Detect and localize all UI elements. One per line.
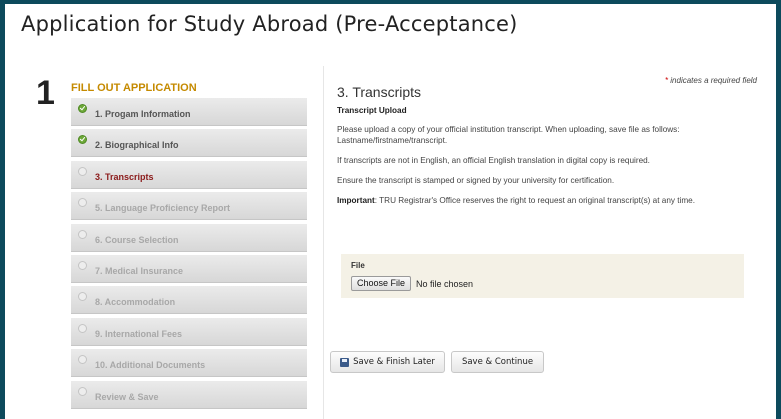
radio-circle-icon	[78, 166, 87, 176]
file-status: No file chosen	[416, 279, 474, 289]
completed-check-icon	[78, 104, 87, 113]
step-item-additional-documents[interactable]: 10. Additional Documents	[71, 349, 307, 378]
required-note-text: indicates a required field	[668, 76, 757, 85]
save-disk-icon	[340, 357, 350, 367]
step-item-accommodation[interactable]: 8. Accommodation	[71, 286, 307, 315]
radio-circle-icon	[78, 229, 87, 239]
important-label: Important	[337, 196, 375, 205]
column-divider	[323, 66, 324, 419]
step-item-review-save[interactable]: Review & Save	[71, 380, 307, 409]
page-title: Application for Study Abroad (Pre-Accept…	[21, 12, 518, 36]
step-item-transcripts[interactable]: 3. Transcripts	[71, 160, 307, 189]
step-item-label: 5. Language Proficiency Report	[95, 203, 231, 214]
certification-note: Ensure the transcript is stamped or sign…	[337, 176, 615, 185]
section-title: 3. Transcripts	[337, 84, 422, 100]
step-item-course-selection[interactable]: 6. Course Selection	[71, 223, 307, 252]
save-continue-label: Save & Continue	[461, 357, 534, 367]
completed-check-icon	[78, 135, 87, 145]
choose-file-button[interactable]: Choose File	[351, 276, 412, 291]
step-item-medical-insurance[interactable]: 7. Medical Insurance	[71, 254, 307, 283]
step-item-label: 1. Progam Information	[95, 109, 191, 119]
step-item-language-proficiency[interactable]: 5. Language Proficiency Report	[71, 192, 307, 221]
upload-instructions: Please upload a copy of your official in…	[337, 125, 680, 145]
step-item-label: 7. Medical Insurance	[95, 265, 184, 276]
step-item-international-fees[interactable]: 9. International Fees	[71, 317, 307, 346]
radio-circle-icon	[78, 198, 87, 208]
step-item-label: 2. Biographical Info	[95, 140, 179, 151]
file-upload-box: File Choose File No file chosen	[341, 254, 744, 298]
radio-circle-icon	[78, 355, 87, 365]
step-heading: FILL OUT APPLICATION	[71, 82, 197, 94]
transcript-instructions: Transcript Upload Please upload a copy o…	[337, 105, 737, 215]
required-field-note: * indicates a required field	[665, 76, 757, 85]
step-item-program-information[interactable]: 1. Progam Information	[71, 98, 307, 126]
radio-circle-icon	[78, 260, 87, 270]
translation-note: If transcripts are not in English, an of…	[337, 156, 650, 165]
radio-circle-icon	[78, 323, 87, 333]
save-continue-button[interactable]: Save & Continue	[451, 351, 544, 373]
application-page: Application for Study Abroad (Pre-Accept…	[5, 4, 776, 419]
step-item-label: 3. Transcripts	[95, 171, 154, 182]
important-note: Important: TRU Registrar's Office reserv…	[337, 195, 737, 206]
step-item-label: 6. Course Selection	[95, 234, 179, 245]
radio-circle-icon	[78, 386, 87, 396]
save-finish-later-button[interactable]: Save & Finish Later	[330, 351, 445, 373]
save-finish-later-label: Save & Finish Later	[353, 357, 435, 367]
step-item-label: 10. Additional Documents	[95, 360, 206, 371]
step-item-label: 8. Accommodation	[95, 297, 176, 308]
file-label: File	[351, 261, 365, 270]
radio-circle-icon	[78, 292, 87, 302]
step-list: 1. Progam Information 2. Biographical In…	[71, 98, 307, 412]
important-text: : TRU Registrar's Office reserves the ri…	[374, 196, 696, 205]
step-item-label: Review & Save	[95, 391, 159, 402]
step-item-biographical-info[interactable]: 2. Biographical Info	[71, 129, 307, 158]
step-item-label: 9. International Fees	[95, 328, 183, 339]
step-number: 1	[36, 74, 55, 112]
transcript-upload-heading: Transcript Upload	[337, 106, 407, 115]
